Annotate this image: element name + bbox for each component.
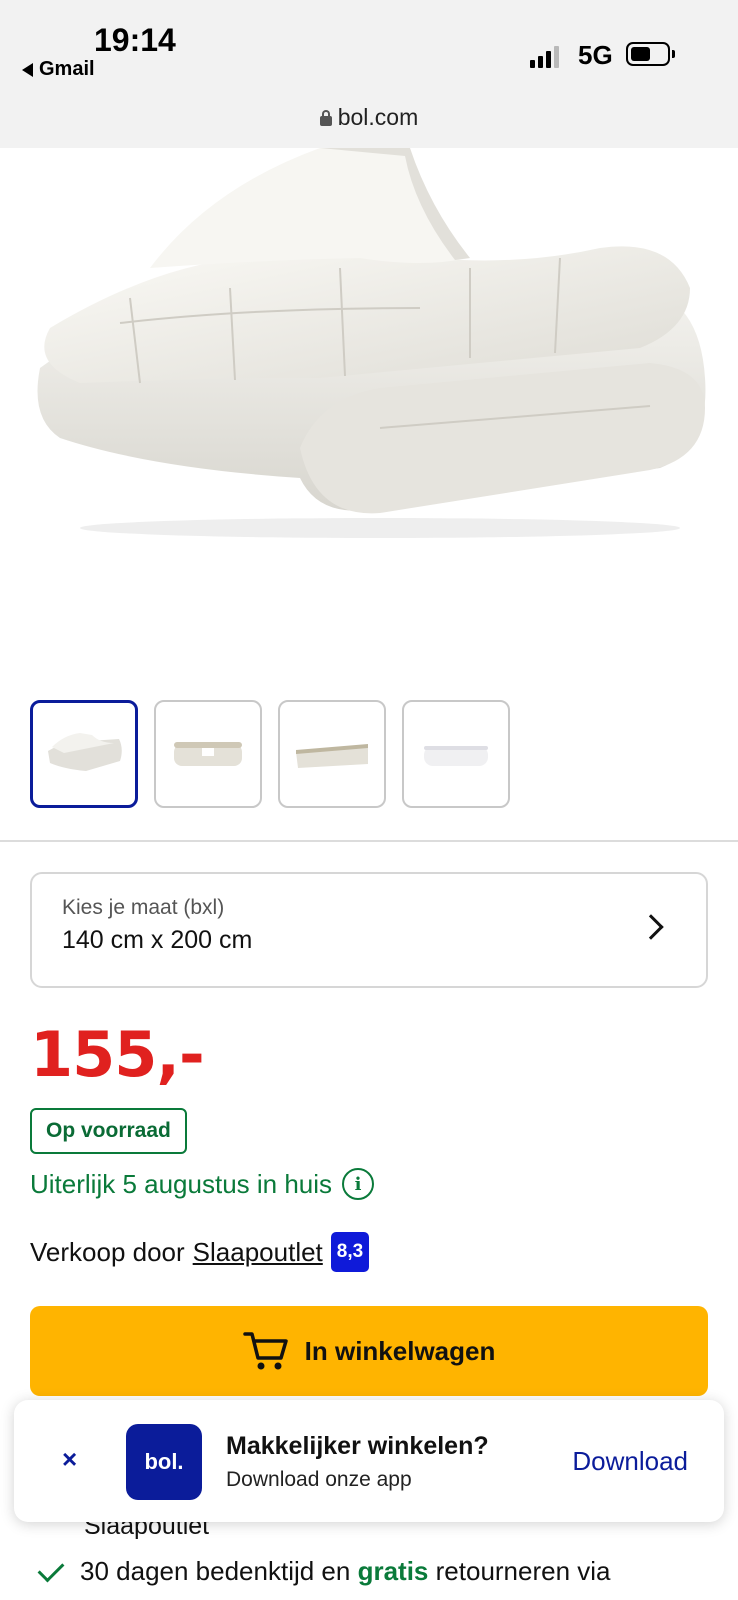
usp-return-post: retourneren via: [435, 1556, 611, 1586]
usp-return-bold: gratis: [357, 1556, 429, 1586]
thumbnail-4-image: [424, 746, 488, 766]
thumbnail-2[interactable]: [154, 700, 262, 808]
app-download-banner: × bol. Makkelijker winkelen? Download on…: [14, 1400, 724, 1522]
seller-rating-badge: 8,3: [330, 1232, 370, 1272]
size-value: 140 cm x 200 cm: [62, 926, 253, 954]
back-to-app-link[interactable]: Gmail: [22, 58, 95, 81]
divider: [0, 840, 738, 842]
thumbnail-4[interactable]: [402, 700, 510, 808]
url-text: bol.com: [337, 104, 419, 130]
banner-subtitle: Download onze app: [226, 1468, 412, 1491]
check-icon: [37, 1555, 65, 1582]
battery-tip: [672, 50, 675, 58]
seller-prefix: Verkoop door: [30, 1236, 185, 1267]
cart-icon: [242, 1332, 288, 1370]
size-label: Kies je maat (bxl): [62, 896, 225, 919]
product-price: 155,-: [30, 1018, 205, 1091]
thumbnail-3-image: [296, 744, 368, 768]
close-icon[interactable]: ×: [62, 1444, 77, 1475]
thumbnail-1-image: [48, 733, 122, 771]
thumbnail-1[interactable]: [30, 700, 138, 808]
product-main-image[interactable]: [0, 148, 738, 668]
network-label: 5G: [578, 40, 613, 70]
add-to-cart-button[interactable]: In winkelwagen: [30, 1306, 708, 1396]
signal-icon: [530, 46, 559, 68]
thumbnail-2-image: [174, 742, 242, 766]
usp-return-text: 30 dagen bedenktijd en gratis retournere…: [80, 1556, 611, 1587]
delivery-info: Uiterlijk 5 augustus in huis i: [30, 1168, 375, 1200]
banner-title: Makkelijker winkelen?: [226, 1432, 489, 1460]
download-button[interactable]: Download: [572, 1446, 688, 1477]
address-bar[interactable]: bol.com: [0, 104, 738, 131]
seller-link[interactable]: Slaapoutlet: [193, 1237, 323, 1268]
stock-badge: Op voorraad: [30, 1108, 187, 1154]
add-to-cart-label: In winkelwagen: [304, 1335, 496, 1366]
lock-icon: [319, 109, 332, 126]
back-arrow-icon: [22, 62, 33, 77]
size-selector[interactable]: Kies je maat (bxl) 140 cm x 200 cm: [30, 872, 708, 988]
thumbnail-strip: [30, 700, 510, 808]
usp-return-pre: 30 dagen bedenktijd en: [80, 1556, 351, 1586]
browser-top-bar: 19:14 Gmail 5G bol.com: [0, 0, 738, 148]
back-app-label: Gmail: [39, 58, 95, 80]
bol-logo: bol.: [126, 1424, 202, 1500]
delivery-text: Uiterlijk 5 augustus in huis: [30, 1168, 333, 1199]
status-time: 19:14: [94, 22, 176, 58]
battery-icon: [626, 42, 670, 66]
info-icon[interactable]: i: [342, 1168, 375, 1200]
seller-info: Verkoop door Slaapoutlet 8,3: [30, 1232, 370, 1272]
thumbnail-3[interactable]: [278, 700, 386, 808]
usp-return: 30 dagen bedenktijd en gratis retournere…: [37, 1555, 611, 1587]
duvet-illustration: [37, 148, 706, 538]
